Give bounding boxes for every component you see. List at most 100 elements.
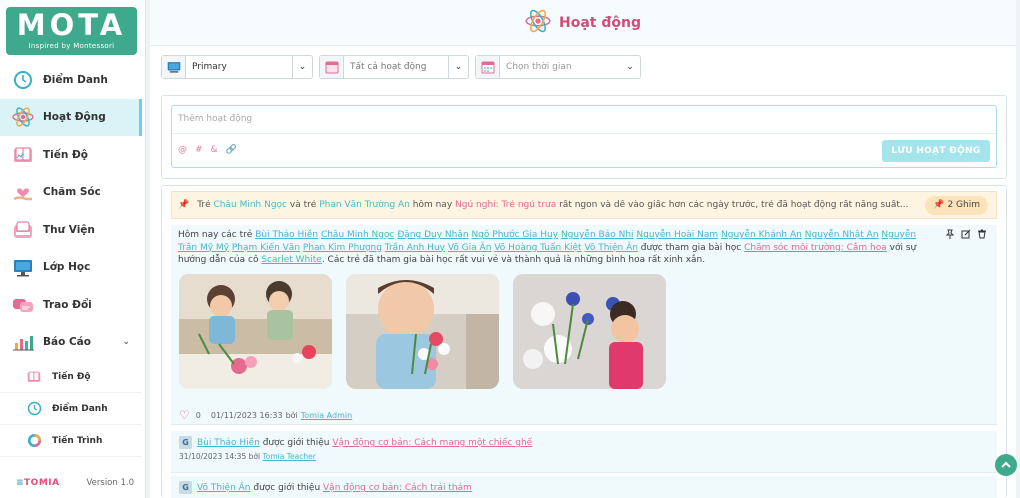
activity-input-placeholder: Thêm hoạt động	[178, 114, 253, 124]
classroom-icon	[162, 56, 186, 78]
pin-icon: 📌	[178, 200, 190, 210]
attachment-icon[interactable]: 🔗	[226, 145, 237, 155]
ampersand-icon[interactable]: &	[211, 145, 218, 155]
sidebar-item-lop-hoc[interactable]: Lớp Học	[0, 249, 142, 287]
child-link[interactable]: Phan Kim Phượng	[303, 243, 382, 253]
child-link[interactable]: Phan Văn Trường An	[319, 200, 410, 210]
child-link[interactable]: Nguyễn Hoài Nam	[636, 230, 718, 240]
by-label: bởi	[285, 410, 298, 420]
activity-actions	[945, 229, 987, 242]
mention-icon[interactable]: @	[178, 145, 187, 155]
mota-logo[interactable]: MOTA Inspired by Montessori	[6, 7, 137, 55]
child-link[interactable]: Võ Hoàng Tuấn Kiệt	[494, 243, 581, 253]
activity-photo[interactable]	[513, 274, 666, 389]
pinned-text: Trẻ Châu Minh Ngọc và trẻ Phan Văn Trườn…	[197, 200, 932, 210]
activity-select[interactable]: Tất cả hoạt động ⌄	[319, 55, 469, 79]
child-link[interactable]: Võ Thiện Ân	[197, 483, 251, 493]
composer-tools: @ # & 🔗	[178, 145, 237, 155]
chevron-up-icon	[1001, 461, 1011, 468]
child-link[interactable]: Nguyễn Khánh An	[721, 230, 802, 240]
scroll-to-top-button[interactable]	[995, 454, 1017, 476]
sidebar-item-label: Hoạt Động	[43, 111, 106, 124]
activity-photo[interactable]	[179, 274, 332, 389]
heart-icon[interactable]: ♡	[179, 408, 190, 422]
by-label: bởi	[248, 452, 261, 461]
sidebar-item-trao-doi[interactable]: Trao Đổi	[0, 286, 142, 324]
lesson-link[interactable]: Vận động cơ bản: Cách mang một chiếc ghế	[332, 438, 532, 448]
child-link[interactable]: Trần Anh Huy	[385, 243, 445, 253]
sidebar-item-tien-do[interactable]: Tiến Độ	[0, 136, 142, 174]
hashtag-icon[interactable]: #	[195, 145, 203, 155]
progress-ring-icon	[26, 433, 42, 449]
teacher-link[interactable]: Scarlet White	[261, 255, 321, 265]
sidebar-subitem-tien-do[interactable]: Tiến Độ	[0, 361, 142, 393]
activity-photo[interactable]	[346, 274, 499, 389]
activity-date: 01/11/2023 16:33	[210, 410, 283, 420]
author-link[interactable]: Tomia Teacher	[262, 452, 315, 461]
child-link[interactable]: Đặng Duy Nhân	[397, 230, 468, 240]
pinned-activity[interactable]: 📌 Trẻ Châu Minh Ngọc và trẻ Phan Văn Trư…	[171, 191, 997, 219]
chevron-down-icon[interactable]: ⌄	[448, 56, 468, 78]
activity-meta: ♡ 0 01/11/2023 16:33 bởi Tomia Admin	[179, 408, 352, 422]
lesson-link[interactable]: Ngủ nghỉ: Trẻ ngủ trưa	[455, 200, 556, 210]
page-title: Hoạt động	[559, 14, 641, 31]
book-icon	[26, 369, 42, 385]
library-icon	[12, 219, 34, 241]
calendar-grid-icon	[476, 56, 500, 78]
chevron-down-icon[interactable]: ⌄	[292, 56, 312, 78]
chevron-down-icon[interactable]: ⌄	[620, 56, 640, 78]
sidebar-item-cham-soc[interactable]: Chăm Sóc	[0, 174, 142, 212]
clock-icon	[26, 401, 42, 417]
child-link[interactable]: Nguyễn Bảo Nhi	[561, 230, 634, 240]
sidebar-item-label: Điểm Danh	[43, 73, 108, 86]
child-link[interactable]: Bùi Thảo Hiền	[255, 230, 318, 240]
chevron-down-icon[interactable]: ⌄	[122, 337, 130, 347]
pin-icon[interactable]	[945, 229, 955, 242]
type-badge: G	[179, 481, 192, 494]
sidebar-item-hoat-dong[interactable]: Hoạt Động	[0, 98, 142, 136]
tomia-brand: ≡TOMIA	[16, 478, 60, 488]
sidebar-nav: Điểm Danh Hoạt Động Tiến Độ Chăm Sóc Thư…	[0, 61, 142, 457]
child-link[interactable]: Bùi Thảo Hiền	[197, 438, 260, 448]
type-badge: G	[179, 436, 192, 449]
child-link[interactable]: Võ Gia Ân	[448, 243, 492, 253]
edit-icon[interactable]	[961, 229, 971, 242]
trash-icon[interactable]	[977, 229, 987, 242]
sidebar-item-diem-danh[interactable]: Điểm Danh	[0, 61, 142, 99]
sidebar-item-label: Thư Viện	[43, 223, 95, 236]
pin-icon: 📌	[933, 200, 945, 210]
child-link[interactable]: Ngô Phước Gia Huy	[471, 230, 558, 240]
calendar-icon	[320, 56, 344, 78]
activity-input[interactable]: Thêm hoạt động @ # & 🔗 LƯU HOẠT ĐỘNG	[171, 105, 997, 168]
child-link[interactable]: Châu Minh Ngọc	[321, 230, 395, 240]
lesson-link[interactable]: Vận động cơ bản: Cách trải thảm	[323, 483, 472, 493]
child-link[interactable]: Phạm Kiến Văn	[232, 243, 300, 253]
child-link[interactable]: Võ Thiện Ân	[584, 243, 638, 253]
child-link[interactable]: Nguyễn Nhật An	[805, 230, 879, 240]
pinned-text-part: và trẻ	[287, 200, 320, 210]
time-select[interactable]: Chọn thời gian ⌄	[475, 55, 641, 79]
report-icon	[12, 331, 34, 353]
lesson-link[interactable]: Chăm sóc môi trường: Cắm hoa	[744, 243, 887, 253]
activity-photos	[179, 274, 666, 389]
sidebar-item-label: Tiến Độ	[43, 148, 89, 161]
sidebar-subitem-tien-trinh[interactable]: Tiến Trình	[0, 425, 142, 457]
class-select[interactable]: Primary ⌄	[161, 55, 313, 79]
sidebar-subitem-diem-danh[interactable]: Điểm Danh	[0, 393, 142, 425]
child-link[interactable]: Châu Minh Ngọc	[214, 200, 288, 210]
pin-count-badge[interactable]: 📌 2 Ghim	[925, 196, 988, 215]
update-text: được giới thiệu	[259, 438, 333, 448]
pinned-text-part: Trẻ	[197, 200, 214, 210]
activity-card: Hôm nay các trẻ Bùi Thảo Hiền Châu Minh …	[171, 225, 997, 425]
filter-bar: Primary ⌄ Tất cả hoạt động ⌄ Chọn thời g…	[161, 55, 641, 79]
save-activity-button[interactable]: LƯU HOẠT ĐỘNG	[882, 140, 990, 162]
sidebar: MOTA Inspired by Montessori Điểm Danh Ho…	[0, 0, 146, 498]
sidebar-item-bao-cao[interactable]: Báo Cáo ⌄	[0, 324, 142, 362]
classroom-icon	[12, 256, 34, 278]
update-date: 31/10/2023 14:35	[179, 452, 247, 461]
sidebar-item-thu-vien[interactable]: Thư Viện	[0, 211, 142, 249]
pinned-text-part: hôm nay	[409, 200, 456, 210]
version-label: Version 1.0	[86, 478, 134, 488]
author-link[interactable]: Tomia Admin	[301, 411, 352, 420]
class-select-value: Primary	[192, 62, 227, 72]
